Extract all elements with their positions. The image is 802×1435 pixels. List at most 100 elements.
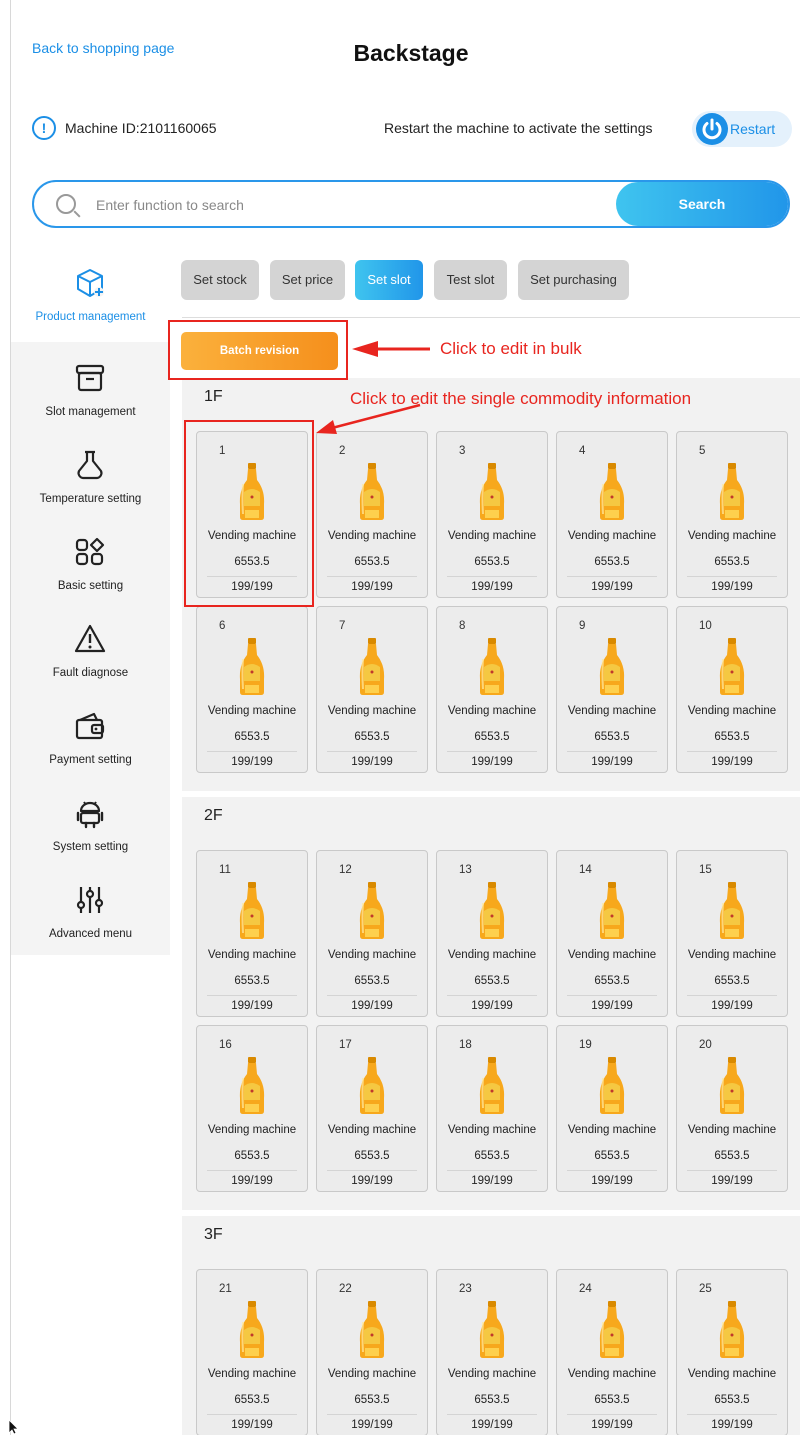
card-divider [687, 995, 777, 996]
product-price: 6553.5 [474, 1150, 510, 1162]
bottle-image [715, 1056, 749, 1116]
slot-card[interactable]: 11 Vending machine 6553.5 199/199 [196, 850, 308, 1017]
bottle-image [355, 1300, 389, 1360]
card-divider [447, 576, 537, 577]
card-divider [687, 751, 777, 752]
bottle-image [475, 637, 509, 697]
slot-card[interactable]: 6 Vending machine 6553.5 199/199 [196, 606, 308, 773]
bottle-image [355, 881, 389, 941]
slot-card[interactable]: 18 Vending machine 6553.5 199/199 [436, 1025, 548, 1192]
product-name: Vending machine [207, 949, 297, 961]
slot-number: 20 [699, 1039, 712, 1051]
product-name: Vending machine [687, 949, 777, 961]
floor-label: 3F [204, 1226, 223, 1243]
search-button[interactable]: Search [616, 182, 788, 226]
bottle-image [235, 881, 269, 941]
slot-card[interactable]: 3 Vending machine 6553.5 199/199 [436, 431, 548, 598]
slot-card[interactable]: 12 Vending machine 6553.5 199/199 [316, 850, 428, 1017]
product-name: Vending machine [327, 1368, 417, 1380]
product-price: 6553.5 [714, 1394, 750, 1406]
search-input[interactable] [96, 194, 596, 216]
slot-card[interactable]: 25 Vending machine 6553.5 199/199 [676, 1269, 788, 1435]
tab-set-price[interactable]: Set price [270, 260, 345, 300]
sidebar: Product management Slot management Tempe… [11, 255, 170, 955]
card-divider [447, 751, 537, 752]
bottle-image [595, 637, 629, 697]
product-stock: 199/199 [591, 1000, 633, 1012]
product-price: 6553.5 [714, 556, 750, 568]
grid-diamond-icon [75, 537, 105, 566]
slot-card[interactable]: 23 Vending machine 6553.5 199/199 [436, 1269, 548, 1435]
search-bar: Search [32, 180, 790, 228]
sidebar-item-fault-diagnose[interactable]: Fault diagnose [11, 611, 170, 698]
slot-number: 7 [339, 620, 346, 632]
slot-card[interactable]: 20 Vending machine 6553.5 199/199 [676, 1025, 788, 1192]
slot-number: 24 [579, 1283, 592, 1295]
slot-card[interactable]: 19 Vending machine 6553.5 199/199 [556, 1025, 668, 1192]
slot-card[interactable]: 2 Vending machine 6553.5 199/199 [316, 431, 428, 598]
restart-button[interactable]: Restart [692, 111, 792, 147]
product-price: 6553.5 [474, 975, 510, 987]
annotation-bulk-text: Click to edit in bulk [440, 339, 582, 358]
machine-id: Machine ID:2101160065 [65, 120, 217, 136]
slot-card[interactable]: 7 Vending machine 6553.5 199/199 [316, 606, 428, 773]
slot-number: 14 [579, 864, 592, 876]
slot-card[interactable]: 24 Vending machine 6553.5 199/199 [556, 1269, 668, 1435]
card-divider [327, 1170, 417, 1171]
slot-card[interactable]: 5 Vending machine 6553.5 199/199 [676, 431, 788, 598]
box-plus-icon [77, 269, 104, 297]
product-stock: 199/199 [471, 1000, 513, 1012]
slot-number: 3 [459, 445, 466, 457]
slot-number: 2 [339, 445, 346, 457]
slot-card[interactable]: 4 Vending machine 6553.5 199/199 [556, 431, 668, 598]
product-price: 6553.5 [474, 556, 510, 568]
product-stock: 199/199 [711, 1000, 753, 1012]
slot-card[interactable]: 22 Vending machine 6553.5 199/199 [316, 1269, 428, 1435]
card-divider [207, 1170, 297, 1171]
slot-card[interactable]: 15 Vending machine 6553.5 199/199 [676, 850, 788, 1017]
slot-card[interactable]: 13 Vending machine 6553.5 199/199 [436, 850, 548, 1017]
sidebar-item-system-setting[interactable]: System setting [11, 785, 170, 872]
slot-card[interactable]: 17 Vending machine 6553.5 199/199 [316, 1025, 428, 1192]
product-price: 6553.5 [594, 731, 630, 743]
slot-number: 4 [579, 445, 586, 457]
slot-card[interactable]: 16 Vending machine 6553.5 199/199 [196, 1025, 308, 1192]
slot-number: 9 [579, 620, 586, 632]
slot-number: 6 [219, 620, 226, 632]
card-divider [567, 1170, 657, 1171]
sidebar-item-payment-setting[interactable]: Payment setting [11, 698, 170, 785]
sidebar-item-label: Slot management [45, 406, 136, 418]
tab-set-slot[interactable]: Set slot [355, 260, 423, 300]
slot-card[interactable]: 14 Vending machine 6553.5 199/199 [556, 850, 668, 1017]
tab-set-purchasing[interactable]: Set purchasing [518, 260, 629, 300]
card-divider [447, 995, 537, 996]
product-name: Vending machine [447, 1124, 537, 1136]
page-title: Backstage [353, 40, 469, 66]
card-divider [327, 995, 417, 996]
mouse-cursor-icon [8, 1419, 19, 1435]
product-name: Vending machine [207, 705, 297, 717]
card-divider [687, 1170, 777, 1171]
slot-number: 17 [339, 1039, 352, 1051]
slot-number: 11 [219, 864, 231, 876]
machine-info-row: ! Machine ID:2101160065 Restart the mach… [32, 111, 792, 147]
slot-number: 10 [699, 620, 712, 632]
sidebar-item-temperature-setting[interactable]: Temperature setting [11, 437, 170, 524]
slot-card[interactable]: 10 Vending machine 6553.5 199/199 [676, 606, 788, 773]
slot-number: 13 [459, 864, 472, 876]
card-divider [327, 576, 417, 577]
product-stock: 199/199 [351, 1175, 393, 1187]
slot-card[interactable]: 9 Vending machine 6553.5 199/199 [556, 606, 668, 773]
floor-label: 1F [204, 388, 223, 405]
card-divider [567, 576, 657, 577]
slot-card[interactable]: 8 Vending machine 6553.5 199/199 [436, 606, 548, 773]
sidebar-item-advanced-menu[interactable]: Advanced menu [11, 872, 170, 959]
sidebar-item-product-management[interactable]: Product management [11, 255, 170, 342]
sidebar-item-basic-setting[interactable]: Basic setting [11, 524, 170, 611]
tab-test-slot[interactable]: Test slot [434, 260, 507, 300]
tab-set-stock[interactable]: Set stock [181, 260, 259, 300]
slot-card[interactable]: 21 Vending machine 6553.5 199/199 [196, 1269, 308, 1435]
product-price: 6553.5 [594, 1150, 630, 1162]
bottle-image [475, 462, 509, 522]
sidebar-item-slot-management[interactable]: Slot management [11, 350, 170, 437]
